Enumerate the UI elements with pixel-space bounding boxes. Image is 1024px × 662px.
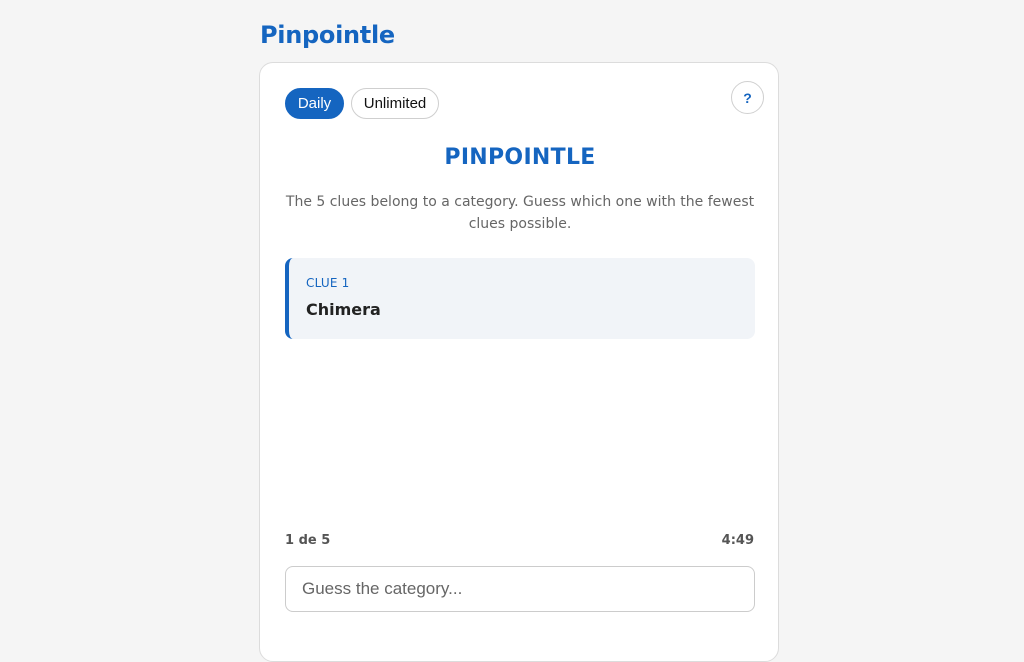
clue-value: Chimera [306,300,381,319]
app-title: Pinpointle [260,21,395,49]
tab-unlimited[interactable]: Unlimited [351,88,439,119]
instructions-text: The 5 clues belong to a category. Guess … [285,194,755,232]
game-title: PINPOINTLE [444,145,596,170]
help-icon: ? [743,89,752,106]
game-card: Daily Unlimited ? PINPOINTLE The 5 clues… [259,62,779,662]
guess-input[interactable] [285,566,755,612]
timer: 4:49 [721,533,754,548]
clue-label: CLUE 1 [306,276,350,290]
clue-progress: 1 de 5 [285,533,331,548]
help-button[interactable]: ? [731,81,764,114]
tab-daily[interactable]: Daily [285,88,344,119]
clue-card: CLUE 1 Chimera [285,258,755,339]
